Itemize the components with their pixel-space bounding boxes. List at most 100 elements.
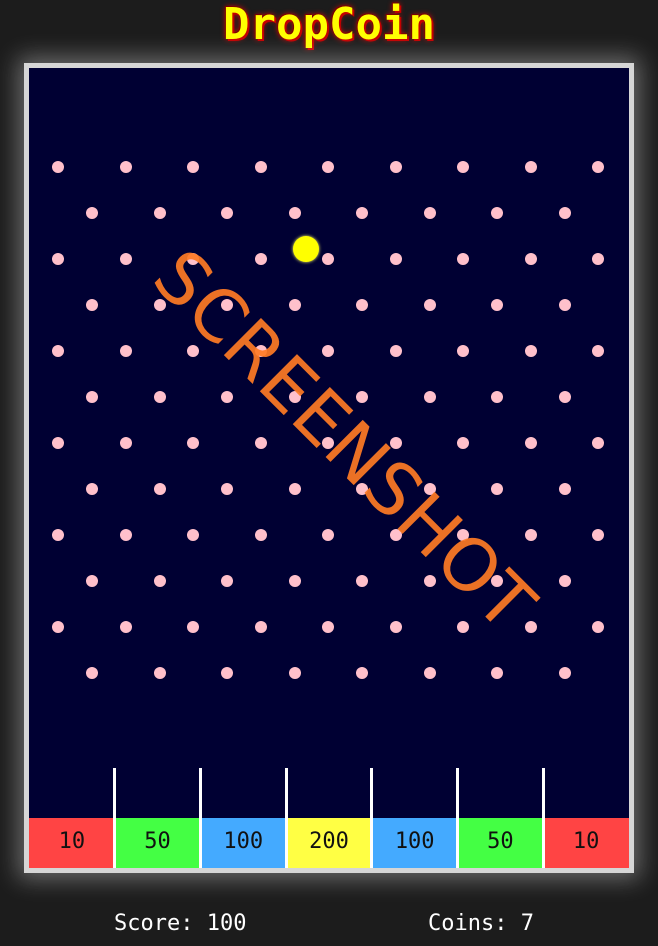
peg: [558, 207, 571, 219]
peg: [221, 391, 233, 403]
peg: [52, 529, 64, 541]
peg: [52, 161, 64, 173]
coins-display: Coins: 7: [428, 911, 534, 936]
peg: [491, 667, 503, 679]
peg: [524, 437, 537, 449]
peg: [423, 575, 436, 587]
peg: [423, 391, 436, 403]
peg: [558, 667, 571, 679]
peg: [491, 575, 503, 587]
peg: [356, 667, 368, 679]
peg: [187, 161, 199, 173]
peg: [457, 437, 469, 449]
peg: [254, 253, 267, 265]
slot-divider: [113, 768, 117, 868]
peg: [254, 621, 267, 633]
peg: [153, 207, 166, 219]
peg: [153, 391, 166, 403]
peg: [592, 253, 604, 265]
status-bar: Score: 100 Coins: 7: [0, 907, 658, 941]
peg: [558, 299, 571, 311]
peg: [86, 299, 98, 311]
score-slot: 200: [286, 818, 372, 868]
peg: [119, 161, 132, 173]
peg: [119, 621, 132, 633]
peg: [356, 391, 368, 403]
game-title: DropCoin: [223, 0, 435, 50]
peg: [86, 575, 98, 587]
peg: [187, 437, 199, 449]
peg: [457, 345, 469, 357]
peg: [524, 621, 537, 633]
peg: [524, 529, 537, 541]
peg: [153, 299, 166, 311]
peg: [356, 299, 368, 311]
peg: [322, 161, 334, 173]
peg: [491, 391, 503, 403]
peg: [86, 667, 98, 679]
peg: [221, 575, 233, 587]
peg: [288, 483, 301, 495]
peg: [322, 621, 334, 633]
peg: [119, 529, 132, 541]
peg: [491, 207, 503, 219]
slot-divider: [284, 768, 288, 868]
peg: [86, 207, 98, 219]
peg: [86, 483, 98, 495]
score-slot: 50: [114, 818, 201, 868]
peg: [592, 161, 604, 173]
peg: [524, 345, 537, 357]
peg-field[interactable]: 10 50 100 200 100 50 10: [29, 68, 629, 868]
peg: [221, 207, 233, 219]
peg: [221, 299, 233, 311]
peg: [491, 299, 503, 311]
peg: [52, 253, 64, 265]
peg: [423, 207, 436, 219]
peg: [592, 621, 604, 633]
peg: [356, 483, 368, 495]
peg: [322, 529, 334, 541]
peg: [221, 667, 233, 679]
peg: [592, 437, 604, 449]
score-slot: 10: [29, 818, 115, 868]
peg: [322, 345, 334, 357]
peg: [389, 345, 402, 357]
peg: [119, 345, 132, 357]
peg: [119, 253, 132, 265]
peg: [254, 437, 267, 449]
peg: [389, 529, 402, 541]
score-slot: 50: [457, 818, 544, 868]
slot-divider: [198, 768, 202, 868]
peg: [187, 529, 199, 541]
peg: [558, 483, 571, 495]
peg: [187, 253, 199, 265]
peg: [119, 437, 132, 449]
peg: [288, 299, 301, 311]
peg: [288, 207, 301, 219]
slot-divider: [370, 768, 374, 868]
peg: [457, 529, 469, 541]
peg: [592, 529, 604, 541]
peg: [457, 161, 469, 173]
peg: [423, 299, 436, 311]
score-slot: 100: [371, 818, 458, 868]
peg: [322, 437, 334, 449]
peg: [558, 575, 571, 587]
peg: [288, 391, 301, 403]
peg: [254, 529, 267, 541]
peg: [254, 161, 267, 173]
peg: [457, 621, 469, 633]
score-display: Score: 100: [114, 911, 247, 936]
slot-divider: [541, 768, 545, 868]
peg: [52, 345, 64, 357]
peg: [52, 621, 64, 633]
score-slot: 100: [200, 818, 287, 868]
peg: [288, 575, 301, 587]
peg: [524, 161, 537, 173]
peg: [288, 667, 301, 679]
game-board[interactable]: 10 50 100 200 100 50 10: [24, 63, 634, 873]
peg: [322, 253, 334, 265]
peg: [558, 391, 571, 403]
peg: [423, 483, 436, 495]
peg: [457, 253, 469, 265]
